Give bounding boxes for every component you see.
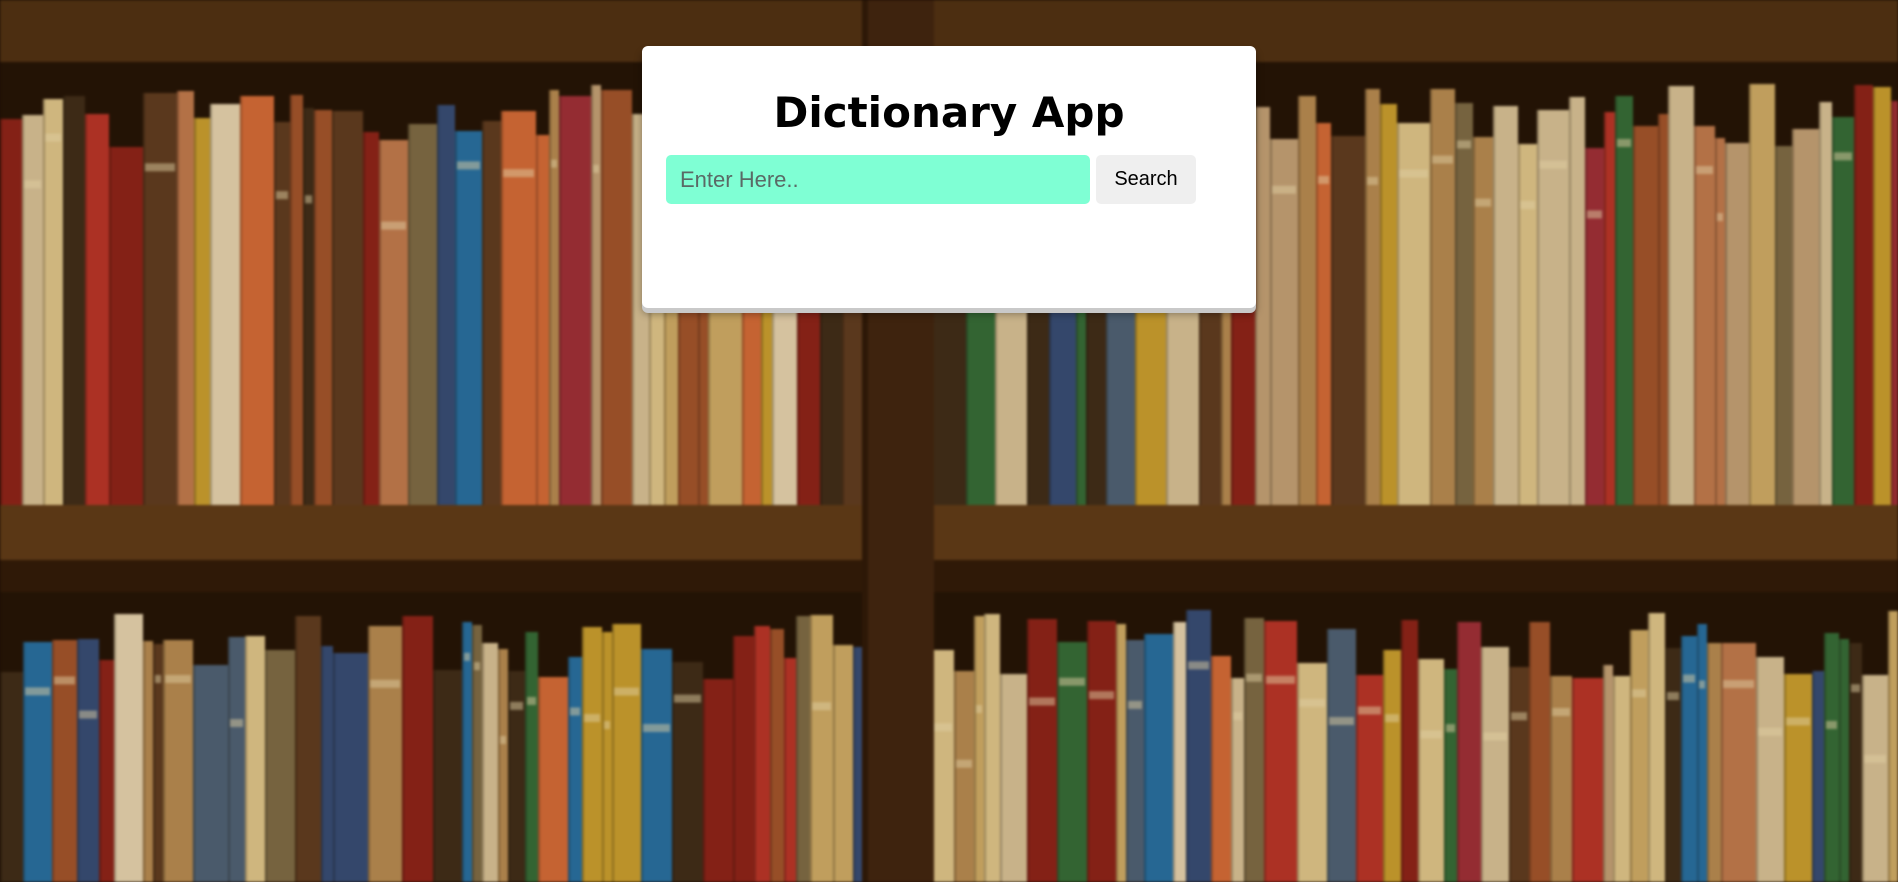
dictionary-card: Dictionary App Search xyxy=(642,46,1256,308)
search-input[interactable] xyxy=(666,155,1090,204)
page-title: Dictionary App xyxy=(773,88,1125,137)
search-button[interactable]: Search xyxy=(1096,155,1196,204)
